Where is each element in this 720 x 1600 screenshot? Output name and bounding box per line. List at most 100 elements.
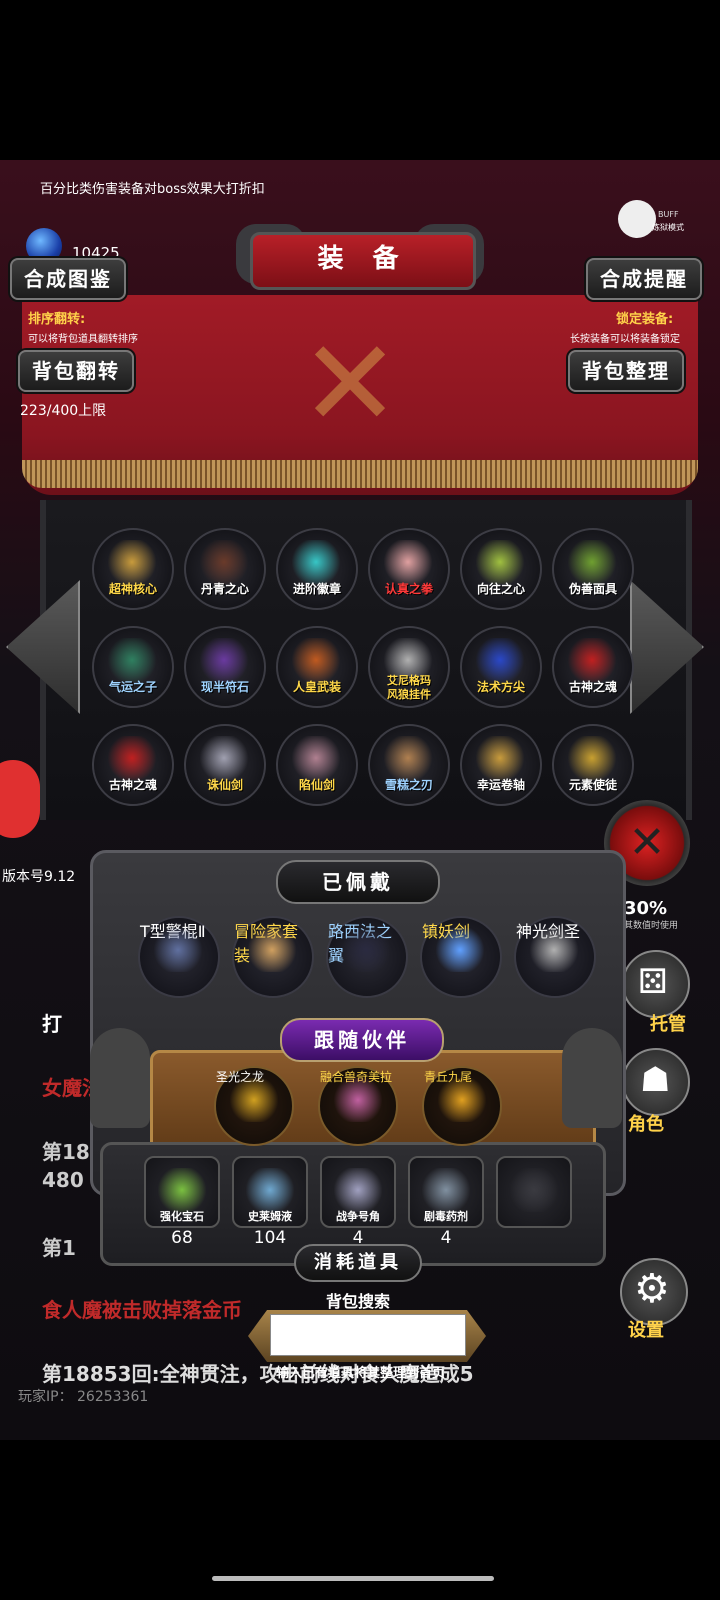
inventory-slot[interactable]: 人皇武装 xyxy=(276,626,358,708)
consumables-header: 消耗道具 xyxy=(294,1244,422,1282)
consumable-slot[interactable]: 史莱姆液 104 xyxy=(232,1156,308,1248)
lock-desc: 长按装备可以将装备锁定 xyxy=(570,334,680,345)
log-line-1: 打 xyxy=(42,1012,62,1036)
item-count: 4 xyxy=(440,1228,452,1248)
item-art-icon xyxy=(438,1078,486,1122)
item-name: 人皇武装 xyxy=(292,680,341,694)
equipped-item[interactable]: 冒险家套装 xyxy=(232,916,314,998)
item-art-icon xyxy=(342,928,390,972)
item-art-icon xyxy=(154,928,202,972)
item-art-icon xyxy=(200,540,248,584)
item-name: 元素使徒 xyxy=(568,778,617,792)
equipped-item[interactable]: 神光剑圣 xyxy=(514,916,596,998)
item-name: 丹青之心 xyxy=(200,582,249,596)
inventory-slot[interactable]: 丹青之心 xyxy=(184,528,266,610)
item-art-icon xyxy=(246,1168,294,1212)
inventory-slot[interactable]: 进阶徽章 xyxy=(276,528,358,610)
inventory-slot[interactable]: 伪善面具 xyxy=(552,528,634,610)
left-dragon-statue-icon xyxy=(90,1028,150,1128)
log-line-4: 第1 xyxy=(42,1236,76,1260)
item-art-icon xyxy=(436,928,484,972)
consumable-slot[interactable]: 强化宝石 68 xyxy=(144,1156,220,1248)
auto-dice-button[interactable]: ⚄ xyxy=(622,950,690,1018)
item-art-icon xyxy=(422,1168,470,1212)
inventory-slot[interactable]: 法术方尖 xyxy=(460,626,542,708)
companion-slot[interactable]: 青丘九尾 xyxy=(422,1066,502,1146)
item-name: 伪善面具 xyxy=(568,582,617,596)
inventory-slot[interactable]: 古神之魂 xyxy=(552,626,634,708)
item-name: 气运之子 xyxy=(108,680,157,694)
item-art-icon xyxy=(292,736,340,780)
equipped-item[interactable]: T型警棍Ⅱ xyxy=(138,916,220,998)
item-art-icon xyxy=(292,638,340,682)
equipped-item[interactable]: 路西法之翼 xyxy=(326,916,408,998)
inventory-slot[interactable]: 认真之拳 xyxy=(368,528,450,610)
item-art-icon xyxy=(334,1168,382,1212)
item-art-icon xyxy=(108,736,156,780)
companion-slot[interactable]: 圣光之龙 xyxy=(214,1066,294,1146)
inventory-slot[interactable]: 元素使徒 xyxy=(552,724,634,806)
item-art-icon xyxy=(158,1168,206,1212)
inventory-slot[interactable]: 雪糕之刃 xyxy=(368,724,450,806)
close-icon: ✕ xyxy=(628,817,666,868)
inventory-slot[interactable]: 艾尼格玛 风狼挂件 xyxy=(368,626,450,708)
inventory-slot[interactable]: 现半符石 xyxy=(184,626,266,708)
item-name: 古神之魂 xyxy=(568,680,617,694)
buff-badge[interactable]: BUFF 炼狱模式 xyxy=(618,200,684,244)
item-name: 剧毒药剂 xyxy=(424,1210,468,1223)
item-count: 4 xyxy=(352,1228,364,1248)
consumable-slot[interactable]: 剧毒药剂 4 xyxy=(408,1156,484,1248)
home-indicator[interactable] xyxy=(212,1576,494,1581)
inventory-slot[interactable]: 古神之魂 xyxy=(92,724,174,806)
item-art-icon xyxy=(510,1168,558,1212)
equipped-header: 已佩戴 xyxy=(276,860,440,904)
item-name: 幸运卷轴 xyxy=(476,778,525,792)
inventory-slot[interactable]: 幸运卷轴 xyxy=(460,724,542,806)
item-name: 史莱姆液 xyxy=(248,1210,292,1223)
search-input[interactable] xyxy=(270,1314,466,1356)
equipped-item[interactable]: 镇妖剑 xyxy=(420,916,502,998)
bag-sort-button[interactable]: 背包整理 xyxy=(568,350,684,392)
stat-value: 30% xyxy=(624,898,668,919)
companion-slot[interactable]: 融合兽奇美拉 xyxy=(318,1066,398,1146)
item-art-icon xyxy=(108,540,156,584)
inventory-slot[interactable]: 诛仙剑 xyxy=(184,724,266,806)
character-label: 角色 xyxy=(628,1114,664,1135)
stat-desc: 其数值时使用 xyxy=(624,921,679,931)
dice-icon: ⚄ xyxy=(638,962,668,1002)
log-line-3: 第18 xyxy=(42,1140,90,1164)
bag-flip-button[interactable]: 背包翻转 xyxy=(18,350,134,392)
item-name: 现半符石 xyxy=(200,680,249,694)
inventory-slot[interactable]: 气运之子 xyxy=(92,626,174,708)
inventory-slot[interactable]: 陷仙剑 xyxy=(276,724,358,806)
item-art-icon xyxy=(568,540,616,584)
inventory-slot[interactable]: 向往之心 xyxy=(460,528,542,610)
consumable-slot[interactable] xyxy=(496,1156,572,1228)
synth-remind-button[interactable]: 合成提醒 xyxy=(586,258,702,300)
player-avatar-button[interactable] xyxy=(0,760,40,838)
character-button[interactable]: ☗ xyxy=(622,1048,690,1116)
bag-capacity: 223/400上限 xyxy=(20,403,107,419)
item-name: 法术方尖 xyxy=(476,680,525,694)
item-art-icon xyxy=(200,736,248,780)
log-line-3b: 480 xyxy=(42,1168,84,1192)
auto-label: 托管 xyxy=(650,1014,686,1035)
item-art-icon xyxy=(334,1078,382,1122)
sort-flip-label: 排序翻转: xyxy=(28,312,86,327)
item-art-icon xyxy=(530,928,578,972)
inventory-slot[interactable]: 超神核心 xyxy=(92,528,174,610)
lock-label: 锁定装备: xyxy=(616,312,674,327)
item-art-icon xyxy=(568,736,616,780)
item-art-icon xyxy=(200,638,248,682)
item-art-icon xyxy=(476,540,524,584)
item-art-icon xyxy=(230,1078,278,1122)
consumable-slot[interactable]: 战争号角 4 xyxy=(320,1156,396,1248)
version-label: 版本号9.12 xyxy=(2,869,76,885)
gear-icon: ⚙ xyxy=(634,1266,670,1312)
item-art-icon xyxy=(108,638,156,682)
crossed-swords-emblem-icon: ✕ xyxy=(299,315,401,454)
synth-book-button[interactable]: 合成图鉴 xyxy=(10,258,126,300)
item-count: 68 xyxy=(171,1228,193,1248)
companions-header: 跟随伙伴 xyxy=(280,1018,444,1062)
item-name: 强化宝石 xyxy=(160,1210,204,1223)
